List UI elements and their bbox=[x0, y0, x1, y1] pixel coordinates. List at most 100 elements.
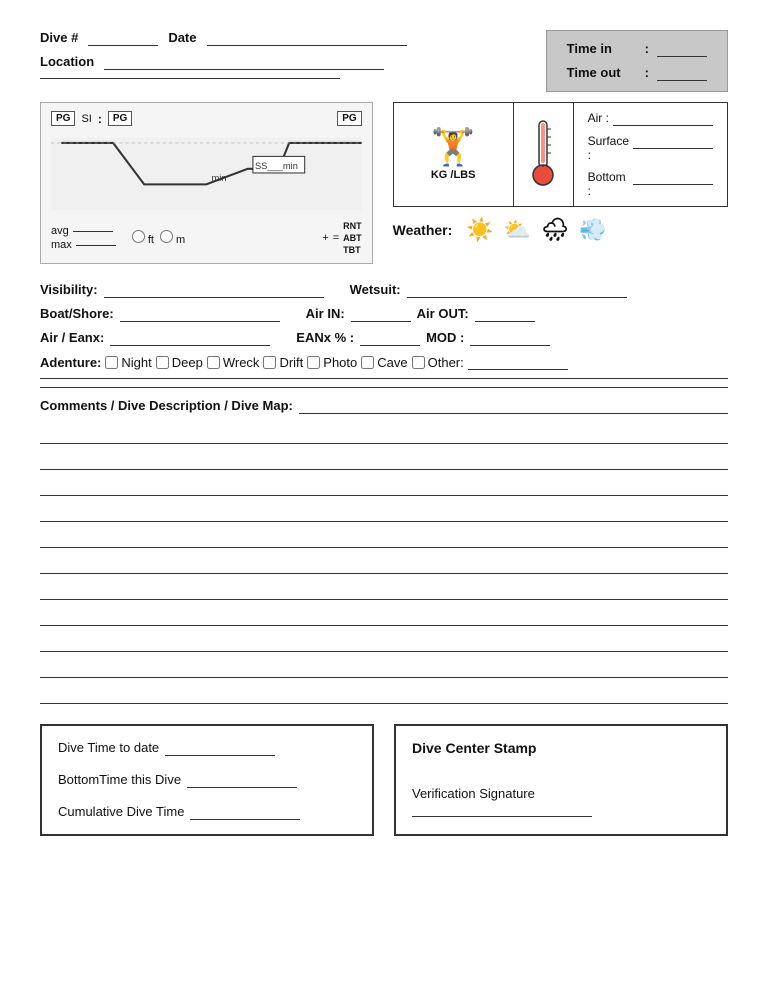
air-out-input[interactable] bbox=[475, 306, 535, 322]
comment-line-5 bbox=[40, 526, 728, 548]
air-label: Air : bbox=[588, 111, 609, 125]
photo-checkbox[interactable] bbox=[307, 356, 320, 369]
svg-text:min: min bbox=[211, 173, 226, 183]
separator-line-2 bbox=[40, 387, 728, 388]
surface-temp-input[interactable] bbox=[633, 134, 713, 149]
cave-checkbox-label[interactable]: Cave bbox=[361, 355, 407, 370]
bottom-time-label: BottomTime this Dive bbox=[58, 772, 181, 787]
verification-signature-line bbox=[412, 807, 592, 817]
header-line1: Dive # Date bbox=[40, 30, 546, 46]
other-input[interactable] bbox=[468, 354, 568, 370]
drift-checkbox-label[interactable]: Drift bbox=[263, 355, 303, 370]
header-area: Dive # Date Location Time in : Time out … bbox=[40, 30, 728, 92]
header-underline bbox=[40, 78, 340, 79]
wreck-checkbox[interactable] bbox=[207, 356, 220, 369]
verification-label: Verification Signature bbox=[412, 786, 710, 801]
air-temp-input[interactable] bbox=[613, 111, 713, 126]
ft-text: ft bbox=[148, 234, 154, 246]
weight-cell: 🏋 KG /LBS bbox=[394, 103, 514, 206]
mod-label: MOD : bbox=[426, 330, 464, 345]
pg-box-2: PG bbox=[108, 111, 132, 126]
drift-checkbox[interactable] bbox=[263, 356, 276, 369]
weather-row: Weather: ☀️ ⛅ 🌧 💨 bbox=[393, 217, 728, 243]
wetsuit-label: Wetsuit: bbox=[350, 282, 401, 297]
cumulative-label: Cumulative Dive Time bbox=[58, 804, 184, 819]
sunny-icon[interactable]: ☀️ bbox=[466, 217, 493, 243]
profile-bottom: avg max ft m + = bbox=[51, 221, 362, 255]
weight-icon: 🏋 bbox=[431, 129, 476, 165]
air-in-input[interactable] bbox=[351, 306, 411, 322]
comments-first-line[interactable] bbox=[299, 398, 728, 414]
equals-label: = bbox=[333, 232, 339, 244]
visibility-label: Visibility: bbox=[40, 282, 98, 297]
middle-section: PG SI : PG PG min SS___min avg bbox=[40, 102, 728, 264]
time-out-input[interactable] bbox=[657, 65, 707, 81]
dive-summary-box: Dive Time to date BottomTime this Dive C… bbox=[40, 724, 374, 836]
wreck-text: Wreck bbox=[223, 355, 260, 370]
visibility-input[interactable] bbox=[104, 282, 324, 298]
wreck-checkbox-label[interactable]: Wreck bbox=[207, 355, 260, 370]
time-in-input[interactable] bbox=[657, 41, 707, 57]
m-radio[interactable] bbox=[160, 230, 173, 243]
separator-line-1 bbox=[40, 378, 728, 379]
dive-time-label: Dive Time to date bbox=[58, 740, 159, 755]
cumulative-input[interactable] bbox=[190, 804, 300, 820]
pg-box-1: PG bbox=[51, 111, 75, 126]
m-text: m bbox=[176, 234, 185, 246]
abt-label: ABT bbox=[343, 233, 362, 243]
bottom-temp-input[interactable] bbox=[633, 170, 713, 185]
cave-checkbox[interactable] bbox=[361, 356, 374, 369]
date-input[interactable] bbox=[207, 30, 407, 46]
other-checkbox[interactable] bbox=[412, 356, 425, 369]
dive-number-input[interactable] bbox=[88, 30, 158, 46]
comments-section: Comments / Dive Description / Dive Map: bbox=[40, 398, 728, 704]
eanx-row: Air / Eanx: EANx % : MOD : bbox=[40, 330, 728, 346]
header-left: Dive # Date Location bbox=[40, 30, 546, 79]
ft-radio[interactable] bbox=[132, 230, 145, 243]
location-input[interactable] bbox=[104, 54, 384, 70]
photo-checkbox-label[interactable]: Photo bbox=[307, 355, 357, 370]
ft-radio-label[interactable]: ft bbox=[132, 230, 154, 246]
deep-checkbox-label[interactable]: Deep bbox=[156, 355, 203, 370]
m-radio-label[interactable]: m bbox=[160, 230, 185, 246]
surface-label: Surface : bbox=[588, 134, 629, 162]
rainy-icon[interactable]: 🌧 bbox=[541, 217, 569, 243]
rnt-abt-area: + = RNT ABT TBT bbox=[322, 221, 361, 255]
air-out-label: Air OUT: bbox=[417, 306, 469, 321]
visibility-row: Visibility: Wetsuit: bbox=[40, 282, 728, 298]
time-out-row: Time out : bbox=[567, 65, 707, 81]
comment-line-2 bbox=[40, 448, 728, 470]
max-line: max bbox=[51, 239, 116, 251]
form-section: Visibility: Wetsuit: Boat/Shore: Air IN:… bbox=[40, 282, 728, 388]
weather-icons: ☀️ ⛅ 🌧 💨 bbox=[466, 217, 606, 243]
air-eanx-input[interactable] bbox=[110, 330, 270, 346]
mod-input[interactable] bbox=[470, 330, 550, 346]
plus-label: + bbox=[322, 232, 328, 244]
boat-shore-input[interactable] bbox=[120, 306, 280, 322]
dive-time-input[interactable] bbox=[165, 740, 275, 756]
wetsuit-input[interactable] bbox=[407, 282, 627, 298]
drift-text: Drift bbox=[279, 355, 303, 370]
deep-checkbox[interactable] bbox=[156, 356, 169, 369]
night-checkbox[interactable] bbox=[105, 356, 118, 369]
eanx-pct-input[interactable] bbox=[360, 330, 420, 346]
time-box: Time in : Time out : bbox=[546, 30, 728, 92]
rnt-label: RNT bbox=[343, 221, 362, 231]
max-underline bbox=[76, 245, 116, 246]
header-line2: Location bbox=[40, 54, 546, 70]
deep-text: Deep bbox=[172, 355, 203, 370]
location-label: Location bbox=[40, 54, 94, 69]
dive-profile-svg: min SS___min bbox=[51, 134, 362, 214]
comment-line-7 bbox=[40, 578, 728, 600]
svg-text:SS___min: SS___min bbox=[255, 161, 298, 171]
cave-text: Cave bbox=[377, 355, 407, 370]
night-checkbox-label[interactable]: Night bbox=[105, 355, 151, 370]
windy-icon[interactable]: 💨 bbox=[579, 217, 606, 243]
air-row: Air : bbox=[588, 111, 713, 126]
comments-label-row: Comments / Dive Description / Dive Map: bbox=[40, 398, 728, 414]
air-in-label: Air IN: bbox=[306, 306, 345, 321]
other-checkbox-label[interactable]: Other: bbox=[412, 355, 464, 370]
time-out-label: Time out bbox=[567, 65, 637, 80]
bottom-time-input[interactable] bbox=[187, 772, 297, 788]
partly-cloudy-icon[interactable]: ⛅ bbox=[504, 217, 531, 243]
